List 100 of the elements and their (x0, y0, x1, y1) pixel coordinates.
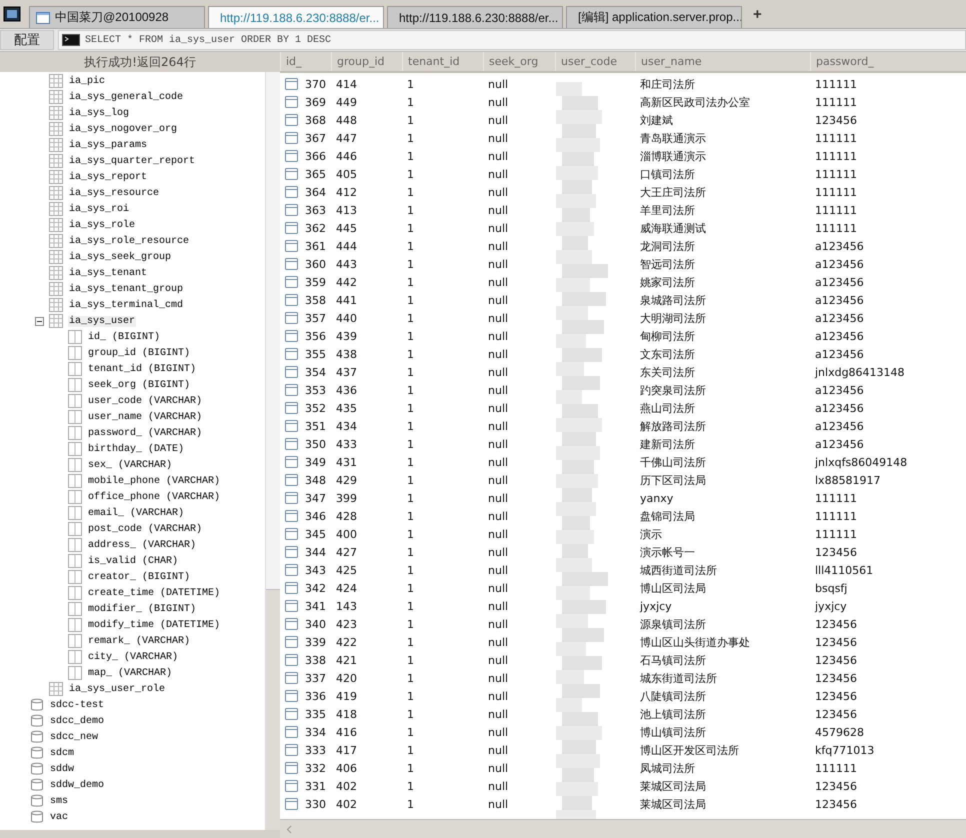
tree-item[interactable]: sdcc_demo (49, 716, 106, 726)
tree-item[interactable]: email_ (VARCHAR) (87, 508, 186, 518)
tree-item[interactable]: ia_sys_tenant_group (68, 284, 184, 294)
table-icon (49, 74, 63, 88)
scroll-left-icon[interactable] (286, 824, 292, 834)
tree-item[interactable]: sdcc-test (49, 700, 106, 710)
column-icon (68, 410, 82, 424)
database-icon (30, 730, 44, 744)
tree-item[interactable]: sdcm (49, 748, 76, 758)
table-cell: 349 (305, 456, 326, 468)
config-button[interactable]: 配置 (0, 30, 54, 50)
table-cell: 439 (336, 330, 357, 342)
column-header[interactable]: id_ (280, 52, 331, 71)
tree-item[interactable]: ia_sys_user_role (68, 684, 166, 694)
table-cell: null (488, 312, 508, 324)
column-header[interactable]: password_ (810, 52, 966, 71)
tree-item[interactable]: sex_ (VARCHAR) (87, 460, 174, 470)
browser-tab[interactable]: http://119.188.6.230:8888/er... (387, 6, 563, 28)
tree-item[interactable]: sdcc_new (49, 732, 100, 742)
tree-item[interactable]: sddw_demo (49, 780, 106, 790)
tree-item[interactable]: ia_sys_report (68, 172, 148, 182)
column-header[interactable]: seek_org (483, 52, 555, 71)
table-cell: 1 (407, 168, 414, 180)
tree-item[interactable]: ia_sys_terminal_cmd (68, 300, 184, 310)
tree-item[interactable]: office_phone (VARCHAR) (87, 492, 222, 502)
table-cell: 1 (407, 186, 414, 198)
tree-item[interactable]: ia_sys_general_code (68, 92, 184, 102)
table-cell: null (488, 78, 508, 90)
tree-item[interactable]: ia_sys_roi (68, 204, 130, 214)
tree-item[interactable]: ia_sys_log (68, 108, 130, 118)
tree-item[interactable]: tenant_id (BIGINT) (87, 364, 198, 374)
tree-item[interactable]: vac (49, 812, 70, 822)
tree-item[interactable]: city_ (VARCHAR) (87, 652, 180, 662)
tree-item[interactable]: password_ (VARCHAR) (87, 428, 204, 438)
tree-item[interactable]: ia_sys_nogover_org (68, 124, 178, 134)
tree-item[interactable]: ia_sys_tenant (68, 268, 148, 278)
tree-item[interactable]: user_code (VARCHAR) (87, 396, 204, 406)
table-cell: 博山区司法局 (640, 580, 706, 596)
table-cell: 123456 (815, 546, 857, 558)
new-tab-button[interactable]: + (753, 6, 762, 22)
tree-item[interactable]: remark_ (VARCHAR) (87, 636, 192, 646)
tree-item[interactable]: mobile_phone (VARCHAR) (87, 476, 222, 486)
column-header[interactable]: user_code (555, 52, 635, 71)
horizontal-scrollbar[interactable] (280, 819, 966, 838)
table-cell: 433 (336, 438, 357, 450)
column-icon (68, 666, 82, 680)
table-cell: 1 (407, 222, 414, 234)
column-header[interactable]: group_id (331, 52, 402, 71)
table-cell: 莱城区司法局 (640, 796, 706, 812)
tree-item[interactable]: sms (49, 796, 70, 806)
tree-item[interactable]: ia_sys_role (68, 220, 136, 230)
column-header[interactable]: user_name (635, 52, 810, 71)
tree-item[interactable]: birthday_ (DATE) (87, 444, 186, 454)
tree-item[interactable]: post_code (VARCHAR) (87, 524, 204, 534)
tree-item[interactable]: id_ (BIGINT) (87, 332, 162, 342)
tree-item[interactable]: ia_pic (68, 76, 106, 86)
vertical-scrollbar[interactable] (265, 72, 280, 830)
tree-item[interactable]: is_valid (CHAR) (87, 556, 180, 566)
row-icon (285, 150, 298, 162)
table-cell: 1 (407, 600, 414, 612)
tree-item[interactable]: ia_sys_seek_group (68, 252, 172, 262)
table-cell: 1 (407, 276, 414, 288)
table-cell: null (488, 150, 508, 162)
tree-item[interactable]: ia_sys_quarter_report (68, 156, 196, 166)
tree-item[interactable]: ia_sys_resource (68, 188, 160, 198)
table-cell: 八陡镇司法所 (640, 688, 706, 704)
table-cell: null (488, 726, 508, 738)
collapse-icon[interactable] (35, 316, 44, 326)
tree-item[interactable]: sddw (49, 764, 76, 774)
table-cell: 337 (305, 672, 326, 684)
table-cell: null (488, 168, 508, 180)
table-cell: 111111 (815, 222, 857, 234)
tree-item[interactable]: group_id (BIGINT) (87, 348, 192, 358)
column-header[interactable]: tenant_id (402, 52, 483, 71)
table-cell: 347 (305, 492, 326, 504)
table-cell: 421 (336, 654, 357, 666)
table-cell: 111111 (815, 150, 857, 162)
tree-item[interactable]: ia_sys_params (68, 140, 148, 150)
column-icon (68, 554, 82, 568)
tree-item[interactable]: map_ (VARCHAR) (87, 668, 174, 678)
tree-item[interactable]: seek_org (BIGINT) (87, 380, 192, 390)
tree-item[interactable]: ia_sys_role_resource (68, 236, 190, 246)
row-icon (285, 762, 298, 774)
table-cell: null (488, 204, 508, 216)
tree-item[interactable]: modify_time (DATETIME) (87, 620, 222, 630)
table-cell: null (488, 618, 508, 630)
tree-item[interactable]: address_ (VARCHAR) (87, 540, 198, 550)
tree-item[interactable]: create_time (DATETIME) (87, 588, 222, 598)
table-icon (49, 138, 63, 152)
sql-field[interactable]: SELECT * FROM ia_sys_user ORDER BY 1 DESC (58, 30, 966, 50)
tree-item[interactable]: ia_sys_user (68, 316, 136, 326)
tree-item[interactable]: creator_ (BIGINT) (87, 572, 192, 582)
table-cell: 博山镇司法所 (640, 724, 706, 740)
browser-tab[interactable]: 中国菜刀@20100928 (29, 6, 205, 28)
browser-tab[interactable]: http://119.188.6.230:8888/er... (208, 6, 384, 28)
table-cell: 111111 (815, 96, 857, 108)
tree-item[interactable]: user_name (VARCHAR) (87, 412, 204, 422)
tree-item[interactable]: modifier_ (BIGINT) (87, 604, 198, 614)
table-cell: 414 (336, 78, 357, 90)
table-cell: 332 (305, 762, 326, 774)
